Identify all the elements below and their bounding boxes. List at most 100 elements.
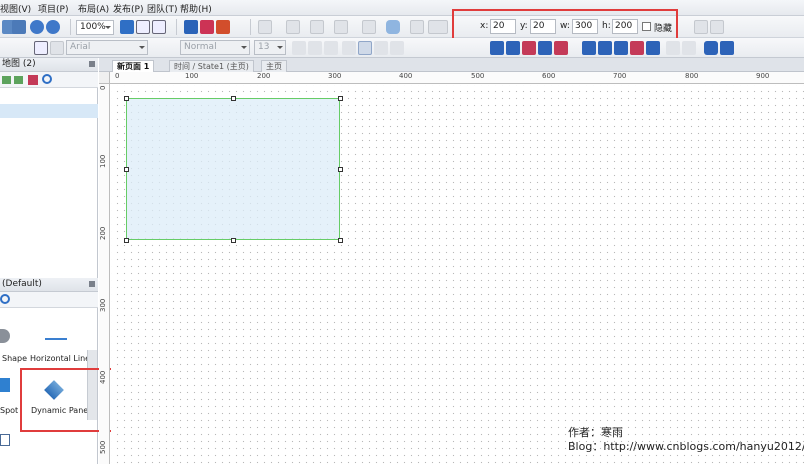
ruler-top-label: 400 xyxy=(399,72,413,80)
menu-help[interactable]: 帮助(H) xyxy=(180,2,212,15)
add-page-icon[interactable] xyxy=(2,76,11,84)
menu-team[interactable]: 团队(T) xyxy=(147,2,178,15)
zoom-select[interactable]: 100% xyxy=(76,20,114,35)
shape-widget-icon[interactable] xyxy=(0,329,10,343)
search-icon[interactable] xyxy=(42,74,52,84)
sitemap-header: 地图 (2) xyxy=(0,58,98,72)
font-size-value: 13 xyxy=(258,42,270,52)
lock-icon[interactable] xyxy=(704,41,718,55)
shape-widget-label[interactable]: Shape xyxy=(2,354,27,363)
selected-rectangle-shape[interactable] xyxy=(126,98,340,240)
send-back-icon[interactable] xyxy=(506,41,520,55)
ungroup-icon[interactable] xyxy=(538,41,552,55)
paste-icon[interactable] xyxy=(12,20,26,34)
bring-front-icon[interactable] xyxy=(490,41,504,55)
settings-icon[interactable] xyxy=(710,20,724,34)
line-style-icon[interactable] xyxy=(428,20,448,34)
resize-handle[interactable] xyxy=(124,96,129,101)
share-icon[interactable] xyxy=(200,20,214,34)
align-icon[interactable] xyxy=(286,20,300,34)
italic-icon[interactable] xyxy=(308,41,322,55)
add-child-icon[interactable] xyxy=(14,76,23,84)
menu-layout[interactable]: 布局(A) xyxy=(78,2,109,15)
preview-icon[interactable] xyxy=(184,20,198,34)
align-center-icon[interactable] xyxy=(374,41,388,55)
shape-icon[interactable] xyxy=(386,20,400,34)
resize-handle[interactable] xyxy=(231,96,236,101)
brush-icon[interactable] xyxy=(50,41,64,55)
hotspot-widget-label[interactable]: Spot xyxy=(0,406,18,415)
sitemap-selected-row[interactable] xyxy=(0,104,98,118)
hotspot-widget-icon[interactable] xyxy=(0,378,10,392)
ruler-top-label: 100 xyxy=(185,72,199,80)
align-edge-icon[interactable] xyxy=(646,41,660,55)
align-right-icon[interactable] xyxy=(390,41,404,55)
menu-publish[interactable]: 发布(P) xyxy=(113,2,143,15)
border-icon[interactable] xyxy=(410,20,424,34)
font-style-select[interactable]: Normal xyxy=(180,40,250,55)
font-size-select[interactable]: 13 xyxy=(254,40,286,55)
menu-view[interactable]: 视图(V) xyxy=(0,2,31,15)
resize-handle[interactable] xyxy=(124,238,129,243)
ruler-top-label: 500 xyxy=(471,72,485,80)
style-icon[interactable] xyxy=(258,20,272,34)
bold-icon[interactable] xyxy=(292,41,306,55)
ruler-top-label: 600 xyxy=(542,72,556,80)
menu-bar: 视图(V) 项目(P) 布局(A) 发布(P) 团队(T) 帮助(H) xyxy=(0,0,804,16)
close-icon[interactable] xyxy=(89,61,95,67)
font-family-select[interactable]: Arial xyxy=(66,40,148,55)
text-color-icon[interactable] xyxy=(342,41,356,55)
separator xyxy=(250,19,251,35)
ruler-left-label: 300 xyxy=(99,298,107,312)
resize-handle[interactable] xyxy=(338,96,343,101)
select-intersect-icon[interactable] xyxy=(120,20,134,34)
table-widget-icon[interactable] xyxy=(0,434,10,446)
redo-icon[interactable] xyxy=(46,20,60,34)
distribute-h-icon[interactable] xyxy=(614,41,628,55)
generate-icon[interactable] xyxy=(216,20,230,34)
distribute-icon[interactable] xyxy=(310,20,324,34)
resize-handle[interactable] xyxy=(124,167,129,172)
horizontal-line-widget-icon[interactable] xyxy=(45,338,67,340)
resize-handle[interactable] xyxy=(338,167,343,172)
chevron-down-icon xyxy=(139,46,145,49)
horizontal-line-widget-label[interactable]: Horizontal Line xyxy=(30,354,90,363)
undo-icon[interactable] xyxy=(30,20,44,34)
ruler-left: 0 100 200 300 400 500 xyxy=(99,84,110,464)
delete-page-icon[interactable] xyxy=(28,75,38,85)
sitemap-title: 地图 (2) xyxy=(2,59,36,69)
sitemap-tools xyxy=(0,72,98,88)
chevron-down-icon xyxy=(241,46,247,49)
close-icon[interactable] xyxy=(89,281,95,287)
resize-handle[interactable] xyxy=(338,238,343,243)
separator xyxy=(176,19,177,35)
format-painter-icon[interactable] xyxy=(34,41,48,55)
search-icon[interactable] xyxy=(0,294,10,304)
tab-home[interactable]: 主页 xyxy=(261,60,287,72)
ruler-left-label: 0 xyxy=(99,85,107,90)
ruler-left-label: 100 xyxy=(99,154,107,168)
select-contain-icon[interactable] xyxy=(136,20,150,34)
ruler-top-label: 800 xyxy=(685,72,699,80)
spacing-icon[interactable] xyxy=(682,41,696,55)
widgets-title: (Default) xyxy=(2,279,42,289)
menu-project[interactable]: 项目(P) xyxy=(38,2,68,15)
tab-state1[interactable]: 时间 / State1 (主页) xyxy=(169,60,254,72)
align-left-icon[interactable] xyxy=(358,41,372,55)
align-middle-icon[interactable] xyxy=(582,41,596,55)
distribute-v-icon[interactable] xyxy=(630,41,644,55)
resize-handle[interactable] xyxy=(231,238,236,243)
align-top-icon[interactable] xyxy=(554,41,568,55)
group-icon[interactable] xyxy=(522,41,536,55)
distribute-icon[interactable] xyxy=(666,41,680,55)
align-bottom-icon[interactable] xyxy=(598,41,612,55)
refresh-icon[interactable] xyxy=(694,20,708,34)
tab-new-page-1[interactable]: 新页面 1 xyxy=(112,60,155,72)
order-icon[interactable] xyxy=(334,20,348,34)
fill-color-icon[interactable] xyxy=(362,20,376,34)
connector-icon[interactable] xyxy=(152,20,166,34)
unlock-icon[interactable] xyxy=(720,41,734,55)
underline-icon[interactable] xyxy=(324,41,338,55)
font-family-value: Arial xyxy=(70,42,91,52)
ruler-top-label: 200 xyxy=(257,72,271,80)
